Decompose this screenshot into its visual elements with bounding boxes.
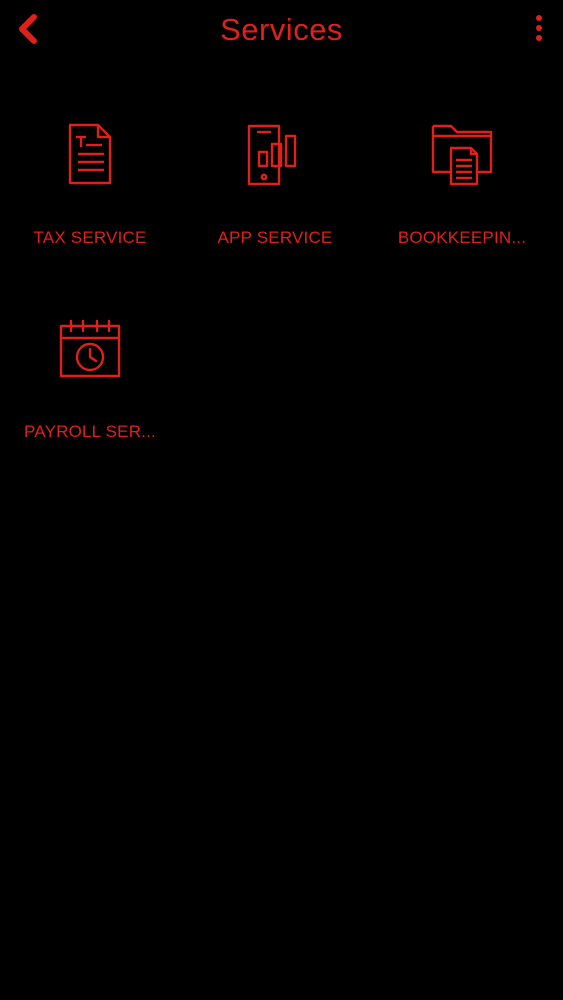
- chevron-left-icon: [19, 14, 37, 44]
- service-label: BOOKKEEPIN...: [397, 228, 527, 247]
- overflow-menu-button[interactable]: [527, 8, 551, 48]
- service-tile-app[interactable]: APP SERVICE: [185, 120, 365, 290]
- service-tile-payroll[interactable]: PAYROLL SER...: [0, 314, 180, 484]
- more-vertical-icon-dot: [536, 35, 542, 41]
- folder-document-icon: [427, 120, 497, 190]
- back-button[interactable]: [10, 8, 48, 50]
- service-label: APP SERVICE: [217, 228, 333, 247]
- app-header: Services: [0, 0, 563, 62]
- service-tile-bookkeeping[interactable]: BOOKKEEPIN...: [372, 120, 552, 290]
- service-tile-tax[interactable]: TAX SERVICE: [0, 120, 180, 290]
- more-vertical-icon: [536, 15, 542, 21]
- service-label: TAX SERVICE: [33, 228, 147, 247]
- calendar-clock-icon: [55, 314, 125, 384]
- mobile-chart-icon: [240, 120, 310, 190]
- services-screen: Services TAX SERVICE APP SERVICE BOOKKEE…: [0, 0, 563, 1000]
- more-vertical-icon-dot: [536, 25, 542, 31]
- tax-document-icon: [55, 120, 125, 190]
- service-label: PAYROLL SER...: [24, 422, 156, 441]
- page-title: Services: [220, 12, 343, 47]
